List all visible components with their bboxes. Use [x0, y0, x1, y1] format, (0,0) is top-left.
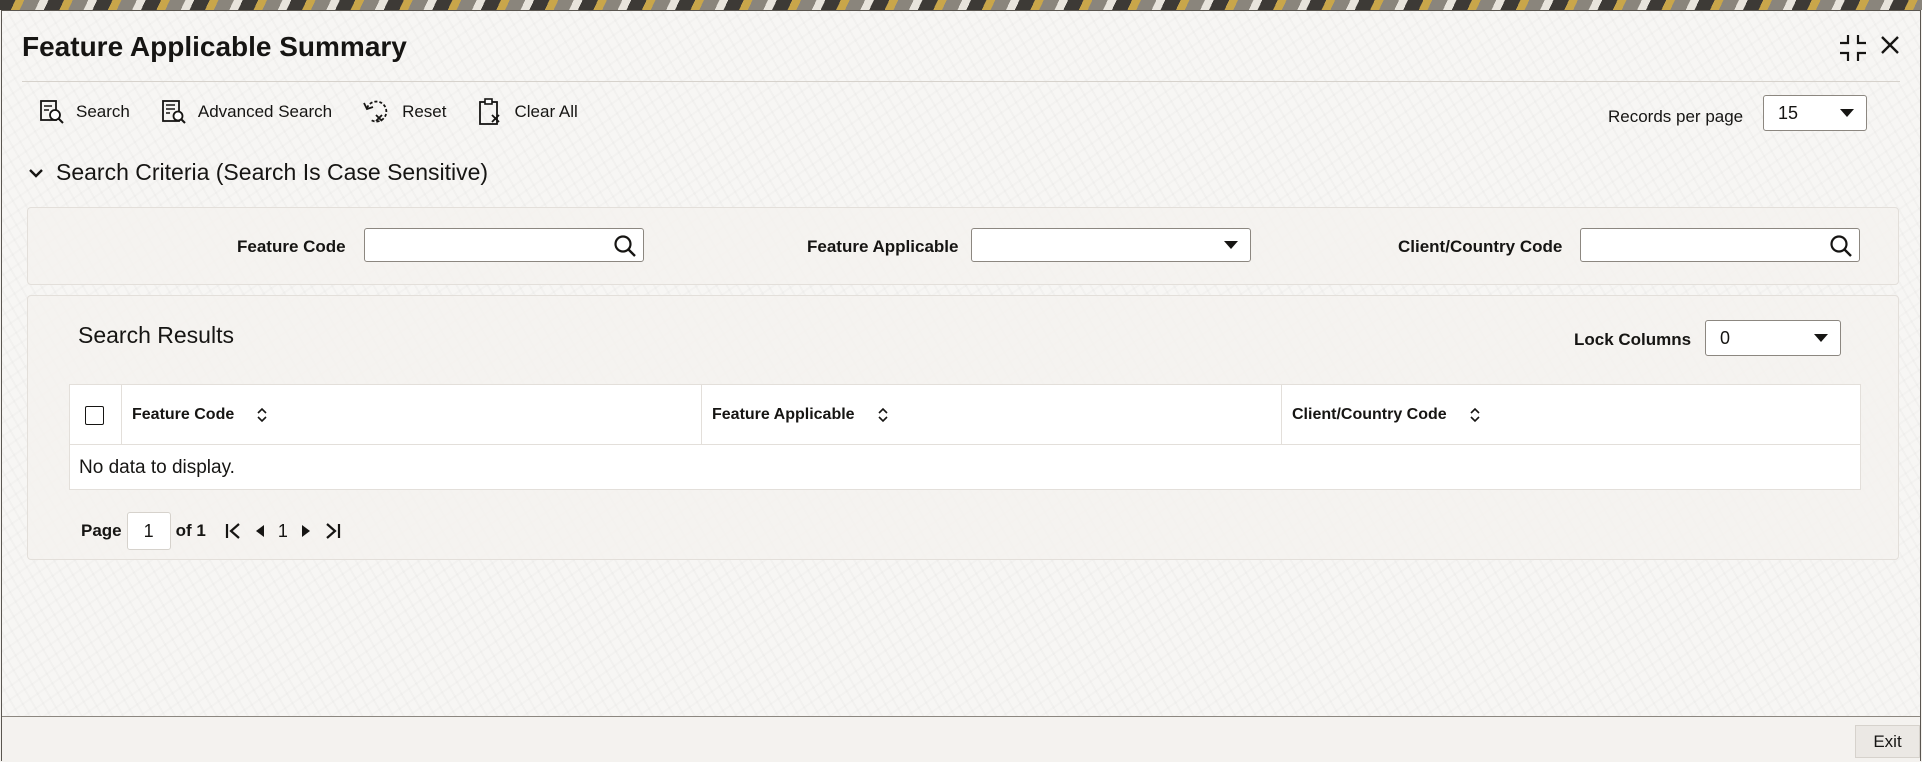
- chevron-down-icon: [1224, 241, 1238, 249]
- column-header-feature-applicable[interactable]: Feature Applicable: [702, 385, 1282, 445]
- lock-columns-select[interactable]: 0: [1705, 320, 1841, 356]
- next-page-icon[interactable]: [300, 523, 312, 539]
- feature-code-input[interactable]: [364, 228, 644, 262]
- decorative-banner-strip: [0, 0, 1922, 10]
- footer: Exit: [2, 717, 1920, 761]
- feature-code-label: Feature Code: [237, 237, 346, 256]
- column-header-feature-code[interactable]: Feature Code: [122, 385, 702, 445]
- search-button[interactable]: Search: [38, 99, 130, 125]
- toolbar: Search Advanced Search Reset Clear All: [38, 95, 608, 129]
- feature-applicable-label: Feature Applicable: [807, 237, 959, 256]
- summary-window: Feature Applicable Summary Search Advanc…: [1, 10, 1921, 761]
- records-per-page-label: Records per page: [1608, 107, 1744, 126]
- close-icon[interactable]: [1878, 33, 1902, 64]
- search-criteria-heading: Search Criteria (Search Is Case Sensitiv…: [56, 159, 489, 185]
- search-criteria-panel: Feature Code Feature Applicable Client/C…: [27, 207, 1899, 285]
- page-number-input[interactable]: 1: [126, 512, 171, 550]
- search-button-label: Search: [76, 102, 130, 121]
- records-per-page-value: 15: [1778, 102, 1799, 123]
- reset-button[interactable]: Reset: [362, 99, 447, 125]
- sort-icon[interactable]: [1469, 407, 1481, 423]
- exit-button[interactable]: Exit: [1855, 725, 1920, 758]
- chevron-down-icon: [29, 168, 43, 178]
- results-table: Feature Code Feature Applicable Client/C…: [69, 384, 1861, 490]
- lock-columns-value: 0: [1720, 327, 1731, 348]
- lock-columns-label: Lock Columns: [1574, 330, 1692, 349]
- title-divider: [22, 81, 1900, 82]
- page-label: Page: [81, 521, 122, 540]
- advanced-search-icon: [161, 100, 186, 124]
- search-icon: [40, 100, 64, 124]
- search-criteria-toggle[interactable]: Search Criteria (Search Is Case Sensitiv…: [28, 159, 488, 186]
- chevron-down-icon: [1840, 109, 1854, 117]
- last-page-icon[interactable]: [324, 522, 342, 540]
- feature-applicable-select[interactable]: [971, 228, 1251, 262]
- advanced-search-button[interactable]: Advanced Search: [160, 99, 332, 125]
- reset-icon: [363, 100, 388, 123]
- clear-all-icon: [478, 98, 500, 125]
- search-results-panel: Search Results Lock Columns 0 Feature Co…: [27, 295, 1899, 560]
- table-header: Feature Code Feature Applicable Client/C…: [70, 385, 1860, 445]
- search-results-title: Search Results: [78, 322, 234, 348]
- sort-icon[interactable]: [256, 407, 268, 423]
- column-header-label: Feature Applicable: [712, 406, 855, 423]
- reset-button-label: Reset: [402, 102, 447, 121]
- current-page-number: 1: [277, 520, 288, 541]
- records-per-page-select[interactable]: 15: [1763, 95, 1867, 131]
- column-header-label: Client/Country Code: [1292, 406, 1447, 423]
- sort-icon[interactable]: [877, 407, 889, 423]
- prev-page-icon[interactable]: [254, 523, 266, 539]
- column-header-client-country-code[interactable]: Client/Country Code: [1282, 385, 1860, 445]
- advanced-search-button-label: Advanced Search: [197, 102, 333, 121]
- column-header-label: Feature Code: [132, 406, 235, 423]
- search-icon[interactable]: [613, 234, 637, 258]
- select-all-cell: [70, 385, 122, 445]
- page-title: Feature Applicable Summary: [22, 31, 407, 62]
- client-country-code-input[interactable]: [1580, 228, 1860, 262]
- page-count-label: of 1: [175, 521, 206, 540]
- client-country-code-label: Client/Country Code: [1398, 237, 1563, 256]
- collapse-icon[interactable]: [1838, 33, 1868, 70]
- search-icon[interactable]: [1829, 234, 1853, 258]
- pagination: Page 1 of 1 1: [81, 512, 354, 550]
- clear-all-button[interactable]: Clear All: [477, 98, 578, 126]
- clear-all-button-label: Clear All: [514, 102, 578, 121]
- empty-table-message: No data to display.: [79, 457, 235, 478]
- first-page-icon[interactable]: [224, 522, 242, 540]
- chevron-down-icon: [1814, 334, 1828, 342]
- select-all-checkbox[interactable]: [85, 406, 104, 425]
